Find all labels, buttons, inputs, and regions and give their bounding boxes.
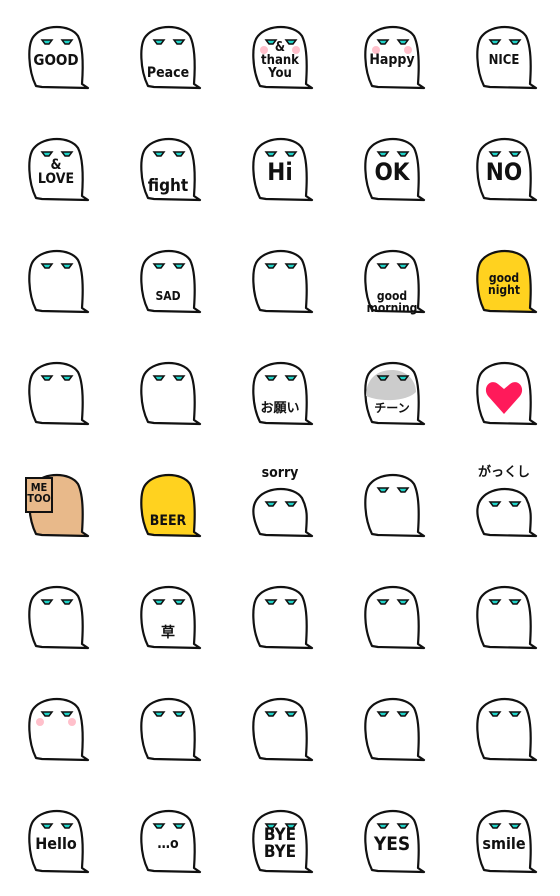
sticker-grinning-ghost[interactable] bbox=[336, 672, 448, 784]
sticker-label: チーン bbox=[374, 401, 410, 415]
sticker-label: fight bbox=[147, 176, 189, 196]
sticker-smiling-ghost[interactable] bbox=[0, 672, 112, 784]
sticker-dizzy-ghost[interactable] bbox=[336, 448, 448, 560]
sticker-blushing-ghost[interactable]: & thank You bbox=[224, 0, 336, 112]
sticker-moon-ghost[interactable]: good night bbox=[448, 224, 560, 336]
content-ghost-icon bbox=[252, 697, 314, 762]
sticker-content-ghost[interactable] bbox=[224, 672, 336, 784]
sleepy-ghost-icon bbox=[476, 697, 538, 762]
sticker-flower-ghost[interactable] bbox=[0, 336, 112, 448]
wailing-ghost-icon bbox=[252, 249, 314, 314]
peeking-ghost-icon bbox=[364, 585, 426, 650]
angry-ghost-icon bbox=[28, 585, 90, 650]
sticker-label: YES bbox=[373, 832, 411, 855]
cheerleader-ghost-icon bbox=[140, 361, 202, 426]
sticker-label: BYE BYE bbox=[263, 825, 297, 862]
sticker-label: Peace bbox=[146, 65, 190, 81]
sticker-label: NO bbox=[485, 158, 523, 186]
sticker-label: ME TOO bbox=[27, 481, 51, 505]
me-too-sign-ghost-icon bbox=[25, 473, 90, 538]
sticker-sleepy-ghost[interactable] bbox=[448, 672, 560, 784]
please-ghost-icon bbox=[252, 361, 314, 426]
sticker-beer-mug-ghost[interactable]: BEER bbox=[112, 448, 224, 560]
sticker-me-too-sign-ghost[interactable]: ME TOO bbox=[0, 448, 112, 560]
sticker-label: Hi bbox=[267, 158, 293, 186]
crying-ghost-icon bbox=[28, 249, 90, 314]
sticker-ok-ghost[interactable]: OK bbox=[336, 112, 448, 224]
sticker-grid: GOOD Peace & thank You Happy NICE & LOVE fight… bbox=[0, 0, 560, 896]
beer-mug-ghost-icon bbox=[140, 473, 202, 538]
sticker-rooster-ghost[interactable]: good morning bbox=[336, 224, 448, 336]
sticker-peace-sign-ghost[interactable]: Peace bbox=[112, 0, 224, 112]
sticker-label: NICE bbox=[488, 52, 520, 68]
sticker-label: SAD bbox=[155, 289, 181, 303]
sticker-label: & LOVE bbox=[37, 157, 75, 187]
sticker-no-ghost[interactable]: NO bbox=[448, 112, 560, 224]
laughing-ghost-icon bbox=[140, 585, 202, 650]
peace-sign-ghost-icon bbox=[140, 25, 202, 90]
sticker-label: 草 bbox=[161, 625, 175, 641]
sticker-label: good night bbox=[488, 271, 520, 297]
dizzy-ghost-icon bbox=[364, 473, 426, 538]
sticker-label: sorry bbox=[261, 465, 299, 481]
sticker-sad-ghost[interactable]: SAD bbox=[112, 224, 224, 336]
sticker-please-ghost[interactable]: お願い bbox=[224, 336, 336, 448]
sticker-hi-ghost[interactable]: Hi bbox=[224, 112, 336, 224]
sticker-wailing-ghost[interactable] bbox=[224, 224, 336, 336]
sticker-love-ghost[interactable]: & LOVE bbox=[0, 112, 112, 224]
smug-ghost-icon bbox=[476, 585, 538, 650]
flower-ghost-icon bbox=[28, 361, 90, 426]
sticker-label: good morning bbox=[366, 289, 418, 315]
sticker-cheerleader-ghost[interactable] bbox=[112, 336, 224, 448]
sticker-label: & thank You bbox=[261, 39, 299, 81]
smiling-ghost-icon bbox=[28, 697, 90, 762]
sticker-hello-ghost[interactable]: Hello bbox=[0, 784, 112, 896]
sticker-sparkle-ghost[interactable] bbox=[112, 672, 224, 784]
sticker-crying-ghost[interactable] bbox=[0, 224, 112, 336]
sticker-label: Hello bbox=[35, 834, 77, 853]
sticker-label: お願い bbox=[260, 401, 300, 416]
sticker-sign-ghost[interactable]: NICE bbox=[448, 0, 560, 112]
sticker-label: smile bbox=[482, 834, 526, 853]
grinning-ghost-icon bbox=[364, 697, 426, 762]
sticker-dejected-ghost[interactable]: がっくし bbox=[448, 448, 560, 560]
sticker-laughing-ghost[interactable]: 草 bbox=[112, 560, 224, 672]
sparkle-ghost-icon bbox=[140, 697, 202, 762]
sticker-label: OK bbox=[374, 158, 410, 186]
sticker-thumbs-up-ghost[interactable]: GOOD bbox=[0, 0, 112, 112]
sticker-bye-ghost[interactable]: BYE BYE bbox=[224, 784, 336, 896]
sticker-blushing-ghost[interactable]: Happy bbox=[336, 0, 448, 112]
sticker-ellipsis-ghost[interactable]: …o bbox=[112, 784, 224, 896]
sticker-smile-ghost[interactable]: smile bbox=[448, 784, 560, 896]
sad-ghost-icon bbox=[140, 249, 202, 314]
sticker-shocked-ghost[interactable] bbox=[224, 560, 336, 672]
sticker-label: がっくし bbox=[477, 465, 530, 480]
heart-ghost-icon bbox=[476, 361, 538, 426]
sticker-label: GOOD bbox=[33, 50, 79, 69]
sticker-gloomy-ghost[interactable]: チーン bbox=[336, 336, 448, 448]
sticker-peeking-ghost[interactable] bbox=[336, 560, 448, 672]
sticker-sorry-ghost[interactable]: sorry bbox=[224, 448, 336, 560]
fight-ghost-icon bbox=[140, 137, 202, 202]
sticker-fight-ghost[interactable]: fight bbox=[112, 112, 224, 224]
rooster-ghost-icon bbox=[364, 249, 426, 314]
sticker-label: BEER bbox=[149, 513, 187, 529]
sticker-label: Happy bbox=[369, 52, 415, 68]
sticker-smug-ghost[interactable] bbox=[448, 560, 560, 672]
sticker-heart-ghost[interactable] bbox=[448, 336, 560, 448]
sticker-label: …o bbox=[157, 836, 179, 852]
sticker-yes-ghost[interactable]: YES bbox=[336, 784, 448, 896]
sticker-angry-ghost[interactable] bbox=[0, 560, 112, 672]
gloomy-ghost-icon bbox=[364, 361, 426, 426]
shocked-ghost-icon bbox=[252, 585, 314, 650]
